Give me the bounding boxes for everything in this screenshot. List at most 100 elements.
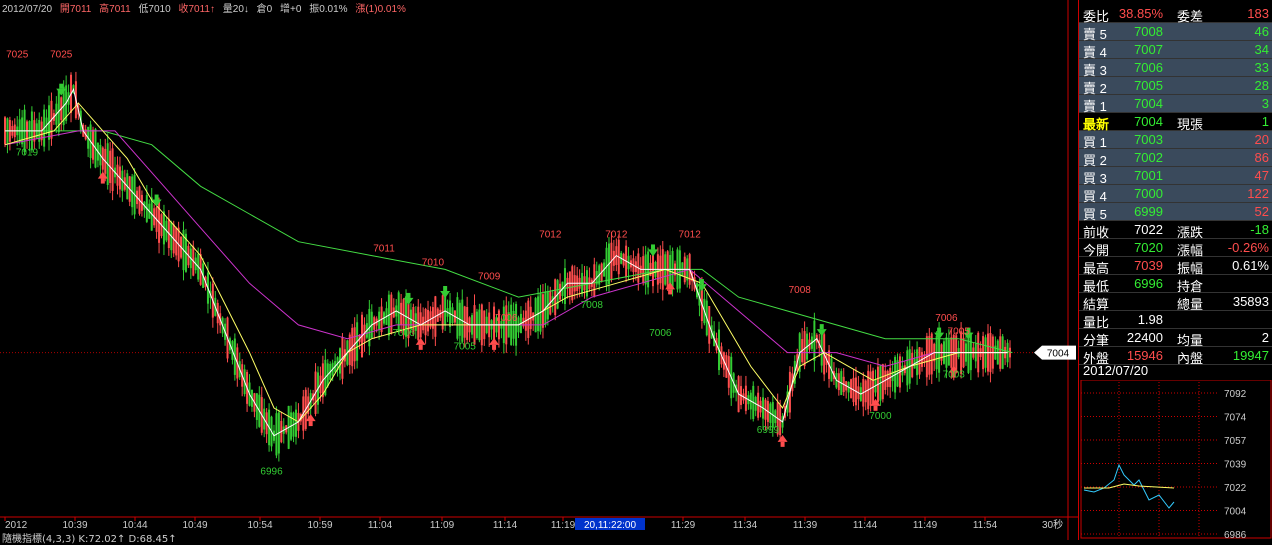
stochastic-indicator-label: 隨機指標(4,3,3) K:72.02↑ D:68.45↑ [2,534,177,545]
arrow-down-icon [403,297,414,305]
mini-y-tick-label: 7092 [1224,389,1247,400]
candle [999,328,1002,372]
candle [515,301,518,356]
candle [265,408,268,443]
x-tick-label: 11:09 [430,520,455,531]
bid-qty: 86 [1254,150,1269,165]
candle [854,366,857,411]
stat-value: 15946 [1126,348,1163,363]
candle [708,305,711,353]
candle [566,272,569,299]
candle [749,389,752,420]
stat-value-2: -18 [1250,222,1269,237]
candle [615,238,618,272]
candle [456,292,459,341]
candle [588,267,591,292]
bid-price: 7000 [1134,186,1163,201]
candle [571,264,574,304]
ma-mid-line [4,102,1008,423]
candle [260,386,263,436]
main-chart-area[interactable]: 2012/07/20 開7011 高7011 低7010 收7011↑ 量20↓… [0,0,1078,545]
bid-price: 7003 [1134,132,1163,147]
candle [429,306,432,330]
candle [598,263,601,291]
price-annotation: 7012 [679,230,702,241]
candle [483,310,486,346]
stat-value-2: -0.26% [1227,240,1269,255]
ask-qty: 33 [1254,60,1269,75]
ask-price: 7008 [1134,24,1163,39]
mini-y-tick-label: 7039 [1224,460,1247,471]
candle [559,273,562,302]
candle [30,106,33,153]
stat-value: 7020 [1134,240,1163,255]
mini-y-tick-label: 6986 [1224,530,1247,540]
candle [908,340,911,390]
arrow-down-stem [406,292,411,298]
ask-price: 7005 [1134,78,1163,93]
price-annotation: 7005 [454,342,477,353]
candle [864,379,867,411]
stat-row: 結算 總量 35893 [1079,293,1272,312]
price-annotation: 7006 [495,313,518,324]
candle [158,197,161,254]
x-tick-label: 11:19 [551,520,576,531]
arrow-down-stem [59,83,64,89]
arrow-down-icon [440,291,451,298]
arrow-up-stem [308,421,313,427]
candle [984,334,987,373]
candle [155,204,158,239]
candle [351,323,354,374]
candle [336,356,339,377]
candle [744,375,747,415]
candle [683,252,686,285]
ma-short-line [5,87,1008,437]
candlestick-chart[interactable]: 7004 7025 7025 7019 6996 7011 7010 7006 7009 7005… [0,0,1078,540]
price-annotation: 7012 [605,230,628,241]
stat-value: 1.98 [1137,312,1163,327]
mini-y-tick-label: 7057 [1224,436,1247,447]
x-tick-label: 11:49 [913,520,938,531]
bid-row: 買 4 7000 122 [1079,185,1272,204]
candle [884,363,887,395]
arrow-up-stem [100,178,105,184]
candle [275,406,278,459]
candle [806,326,809,362]
candle [480,303,483,353]
candle [808,332,811,354]
quote-header-row: 委比 38.85% 委差 183 [1079,5,1272,24]
candle [424,307,427,344]
mini-chart-date: 2012/07/20 [1083,363,1149,378]
candle [862,372,865,417]
candle [373,315,376,339]
candle [123,169,126,192]
candle [453,310,456,325]
arrow-up-stem [492,344,497,350]
candle [935,331,938,378]
arrow-up-stem [780,441,785,447]
candle [524,302,527,341]
mini-chart[interactable]: 7092 7074 7057 7039 7022 7004 6986 [1079,380,1272,540]
stat-value: 22400 [1126,330,1163,345]
last-price-value: 7004 [1134,114,1163,129]
candle [131,173,134,216]
arrow-down-stem [650,244,655,250]
candle [189,244,192,279]
candle [581,264,584,297]
ask-price: 7006 [1134,60,1163,75]
candle [972,342,975,360]
arrow-down-stem [443,286,448,291]
candle [654,260,657,280]
ask-qty: 46 [1254,24,1269,39]
candle [248,374,251,407]
candle [977,331,980,378]
candle [280,411,283,444]
candle [216,299,219,334]
stat-row: 分筆 22400 均量 2 [1079,329,1272,348]
candle [458,299,461,347]
candle [573,265,576,300]
arrow-up-icon [97,171,108,179]
bid-ask-diff-value: 183 [1247,6,1269,21]
candle [674,260,676,282]
quote-panel: 委比 38.85% 委差 183 賣 5 7008 46 賣 4 7007 34 賣 3 7006 33… [1078,0,1272,540]
